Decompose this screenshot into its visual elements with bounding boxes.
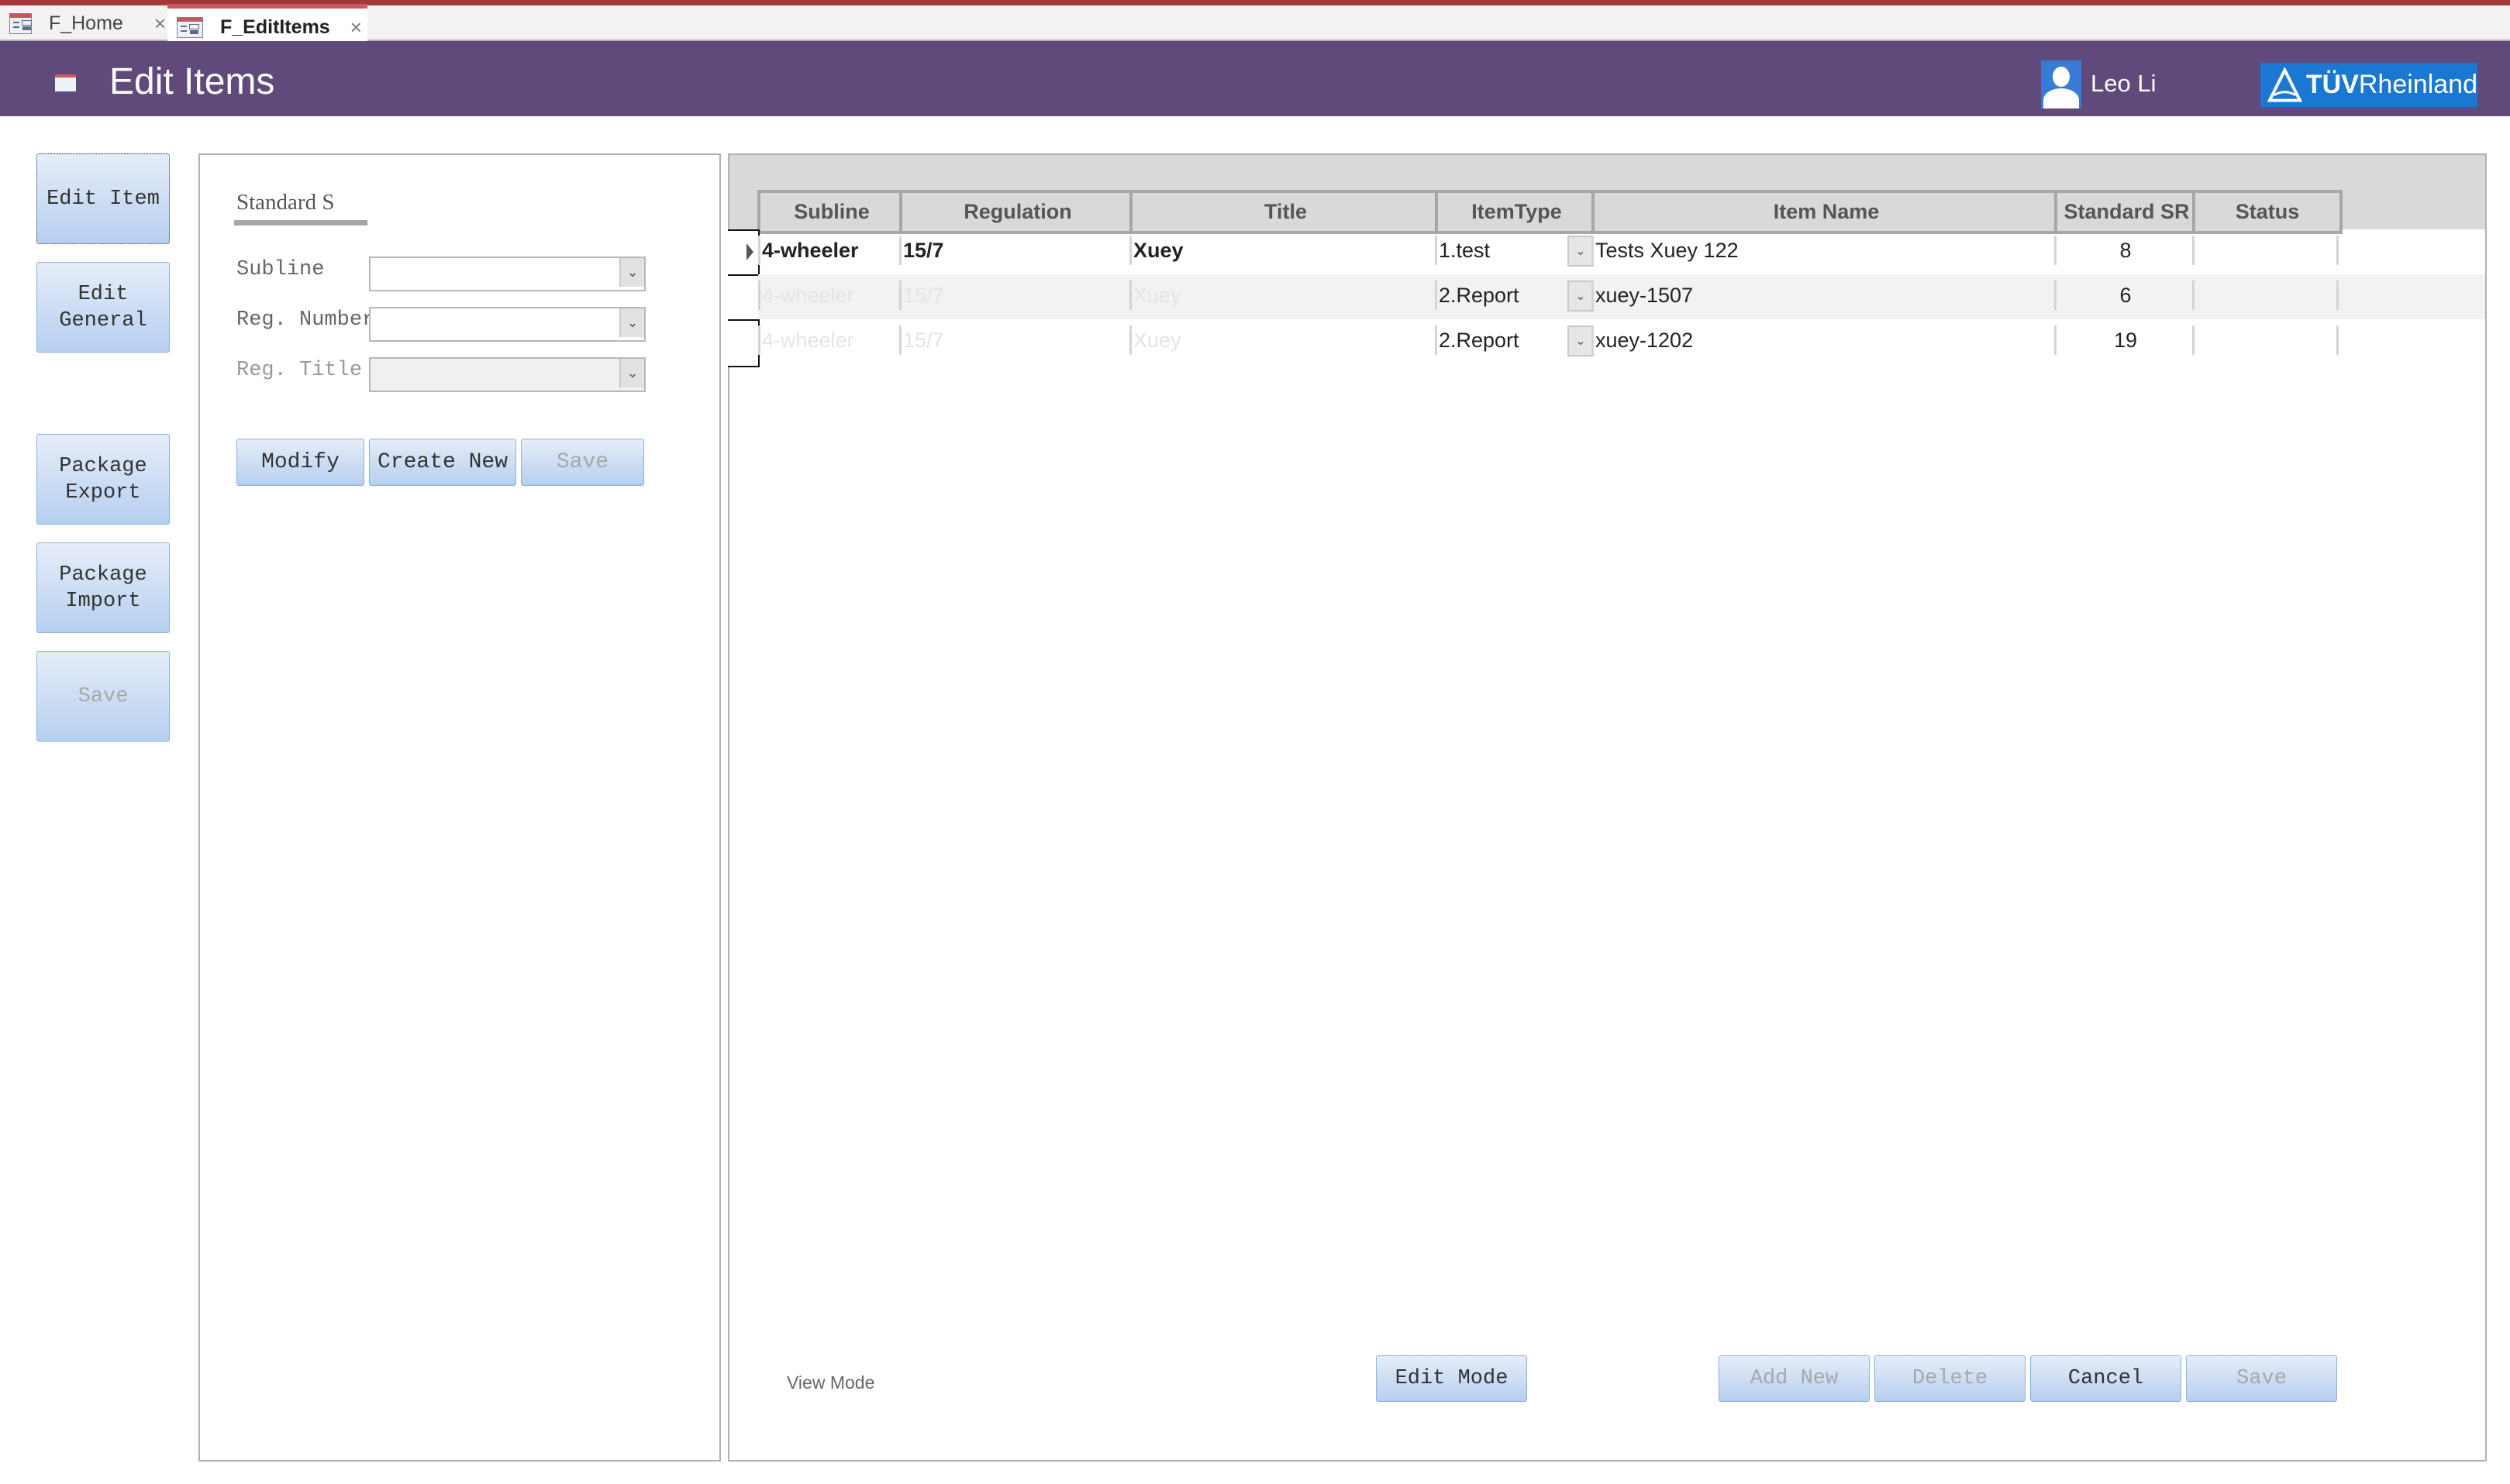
chevron-down-icon[interactable]: ⌄ [1567, 325, 1594, 356]
cancel-button[interactable]: Cancel [2030, 1355, 2181, 1402]
page-title: Edit Items [109, 61, 275, 102]
window-accent-bar [0, 0, 2510, 5]
cell-status[interactable] [2192, 236, 2340, 265]
column-header-itemtype[interactable]: ItemType [1435, 190, 1598, 234]
chevron-down-icon[interactable]: ⌄ [619, 359, 644, 387]
itemtype-value: 2.Report [1439, 283, 1519, 307]
delete-button[interactable]: Delete [1874, 1355, 2026, 1402]
column-header-subline[interactable]: Subline [757, 190, 906, 234]
form-icon [9, 12, 32, 34]
form-icon [177, 16, 203, 38]
close-icon[interactable]: × [154, 12, 166, 36]
cell-standard-sr[interactable]: 8 [2054, 236, 2195, 265]
edit-general-button[interactable]: Edit General [36, 262, 170, 353]
itemtype-value: 1.test [1439, 238, 1491, 262]
record-selector[interactable] [728, 274, 760, 322]
column-header-standard-sr[interactable]: Standard SR [2054, 190, 2199, 234]
tab-f-edititems[interactable]: F_EditItems × [167, 4, 367, 46]
cell-subline[interactable]: 4-wheeler [758, 236, 903, 265]
chevron-down-icon[interactable]: ⌄ [619, 308, 644, 337]
cell-status[interactable] [2192, 281, 2340, 310]
reg-title-combo[interactable]: ⌄ [369, 357, 646, 392]
chevron-down-icon[interactable]: ⌄ [619, 258, 644, 287]
edit-item-button[interactable]: Edit Item [36, 153, 170, 244]
cell-item-name[interactable]: xuey-1507 [1591, 281, 2058, 310]
cell-standard-sr[interactable]: 6 [2054, 281, 2195, 310]
tuv-rheinland-logo: TÜV Rheinland [2260, 63, 2477, 107]
column-header-item-name[interactable]: Item Name [1591, 190, 2061, 234]
cell-itemtype[interactable]: 2.Report ⌄ [1435, 325, 1595, 356]
table-row[interactable]: 4-wheeler 15/7 Xuey 2.Report ⌄ xuey-1202 … [758, 319, 2485, 364]
chevron-down-icon[interactable]: ⌄ [1567, 236, 1594, 267]
close-icon[interactable]: × [350, 15, 362, 40]
user-name: Leo Li [2091, 70, 2157, 97]
cell-status[interactable] [2192, 325, 2340, 355]
cell-subline[interactable]: 4-wheeler [758, 281, 903, 310]
itemtype-value: 2.Report [1439, 328, 1519, 352]
tuv-triangle-icon [2267, 67, 2303, 102]
cell-regulation[interactable]: 15/7 [899, 281, 1133, 310]
document-tab-strip [0, 5, 2510, 41]
tab-label: F_EditItems [220, 15, 330, 38]
cell-regulation[interactable]: 15/7 [899, 325, 1133, 355]
table-row[interactable]: 4-wheeler 15/7 Xuey 1.test ⌄ Tests Xuey 1… [758, 229, 2485, 274]
reg-number-combo[interactable]: ⌄ [369, 307, 646, 342]
cell-standard-sr[interactable]: 19 [2054, 325, 2195, 355]
section-underline [234, 220, 367, 226]
subline-combo[interactable]: ⌄ [369, 257, 646, 291]
table-row[interactable]: 4-wheeler 15/7 Xuey 2.Report ⌄ xuey-1507 … [758, 274, 2485, 319]
cell-item-name[interactable]: xuey-1202 [1591, 325, 2058, 355]
user-avatar-icon [2041, 60, 2081, 108]
package-import-button[interactable]: Package Import [36, 542, 170, 633]
standard-filter-panel [198, 153, 721, 1462]
cell-subline[interactable]: 4-wheeler [758, 325, 903, 355]
add-new-button[interactable]: Add New [1719, 1355, 1870, 1402]
record-selector[interactable] [728, 319, 760, 367]
edit-mode-button[interactable]: Edit Mode [1376, 1355, 1527, 1402]
cell-regulation[interactable]: 15/7 [899, 236, 1133, 265]
cell-item-name[interactable]: Tests Xuey 122 [1591, 236, 2058, 265]
form-icon [54, 74, 77, 92]
column-header-regulation[interactable]: Regulation [899, 190, 1136, 234]
chevron-down-icon[interactable]: ⌄ [1567, 281, 1594, 312]
reg-number-label: Reg. Number [236, 308, 375, 332]
row-end-divider [2336, 281, 2341, 310]
package-export-button[interactable]: Package Export [36, 434, 170, 525]
row-end-divider [2336, 236, 2341, 265]
subline-label: Subline [236, 258, 325, 281]
cell-title[interactable]: Xuey [1129, 281, 1439, 310]
reg-title-label: Reg. Title [236, 359, 363, 382]
section-label: Standard S [236, 190, 335, 215]
tab-f-home[interactable]: F_Home × [0, 5, 166, 41]
modify-button[interactable]: Modify [236, 439, 364, 486]
form-save-button[interactable]: Save [521, 439, 644, 486]
nav-save-button[interactable]: Save [36, 651, 170, 742]
logo-text-bold: TÜV [2305, 70, 2359, 99]
subform-save-button[interactable]: Save [2186, 1355, 2337, 1402]
cell-itemtype[interactable]: 2.Report ⌄ [1435, 281, 1595, 312]
mode-label: View Mode [787, 1372, 875, 1393]
tab-label: F_Home [48, 12, 123, 34]
cell-itemtype[interactable]: 1.test ⌄ [1435, 236, 1595, 267]
current-record-pointer-icon [746, 243, 753, 260]
column-header-title[interactable]: Title [1129, 190, 1442, 234]
row-end-divider [2336, 325, 2341, 355]
column-header-status[interactable]: Status [2192, 190, 2343, 234]
cell-title[interactable]: Xuey [1129, 325, 1439, 355]
logo-text: Rheinland [2358, 70, 2477, 99]
create-new-button[interactable]: Create New [369, 439, 516, 486]
cell-title[interactable]: Xuey [1129, 236, 1439, 265]
record-selector[interactable] [728, 229, 760, 277]
